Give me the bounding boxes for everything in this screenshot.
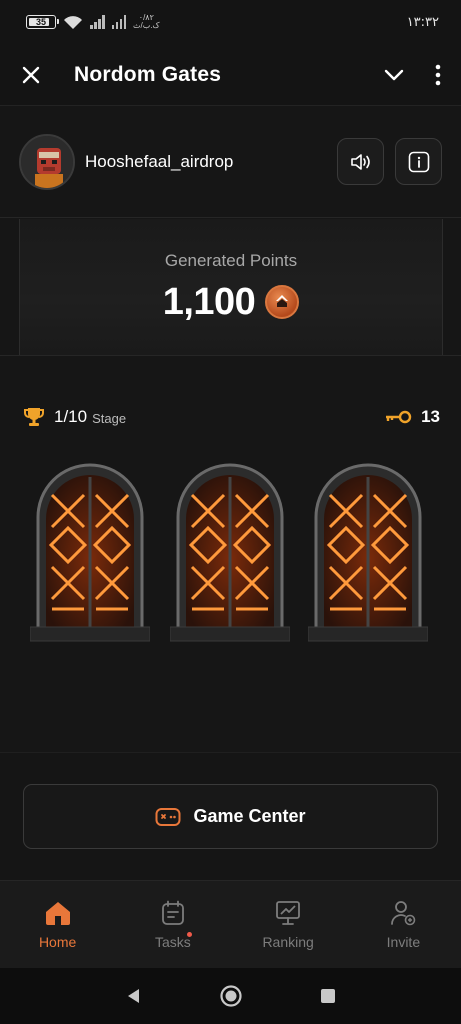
ranking-icon	[276, 900, 301, 925]
back-icon[interactable]	[125, 987, 143, 1005]
nav-tasks-label: Tasks	[154, 933, 191, 950]
nav-ranking[interactable]: Ranking	[231, 881, 346, 968]
nav-home[interactable]: Home	[0, 881, 115, 968]
status-bar: 35 ۰/۸۲ ک.ب/ث ۱۳:۳۲	[0, 0, 461, 44]
header: Nordom Gates	[0, 44, 461, 106]
trophy-icon	[24, 408, 44, 426]
notification-badge	[187, 932, 193, 937]
nav-home-label: Home	[38, 933, 77, 950]
chevron-down-icon[interactable]	[383, 68, 405, 82]
close-icon[interactable]	[20, 64, 42, 86]
nav-invite[interactable]: Invite	[346, 881, 461, 968]
coin-icon	[265, 285, 300, 319]
points-card: Generated Points 1,100	[19, 219, 443, 355]
home-circle-icon[interactable]	[219, 984, 243, 1008]
nav-invite-label: Invite	[386, 933, 421, 950]
game-center-label: Game Center	[193, 806, 306, 826]
gamepad-icon	[155, 807, 181, 826]
avatar[interactable]	[19, 133, 75, 190]
nav-tasks[interactable]: Tasks	[115, 881, 230, 968]
wifi-icon	[64, 15, 82, 29]
invite-icon	[391, 900, 416, 925]
stage-label: Stage	[92, 411, 127, 426]
home-icon	[45, 901, 70, 925]
username: Hooshefaal_airdrop	[85, 151, 234, 171]
stage-value: 1/10	[54, 407, 88, 426]
key-count: 13	[421, 407, 440, 426]
bottom-nav: Home Tasks Ranking Invite	[0, 880, 461, 968]
recents-icon[interactable]	[319, 987, 337, 1005]
stage-row: 1/10 Stage 13	[22, 403, 440, 431]
signal-icon-2	[111, 15, 126, 29]
info-icon	[408, 151, 429, 172]
battery-icon: 35	[26, 15, 59, 29]
avatar-image	[21, 135, 73, 188]
page-title: Nordom Gates	[74, 62, 222, 86]
points-label: Generated Points	[164, 250, 298, 270]
more-vertical-icon[interactable]	[435, 64, 441, 86]
nav-ranking-label: Ranking	[262, 933, 314, 950]
gates-row	[0, 455, 461, 650]
divider	[0, 355, 461, 356]
system-navigation	[0, 968, 461, 1024]
sound-button[interactable]	[337, 138, 384, 185]
status-time: ۱۳:۳۲	[406, 14, 439, 30]
profile-row: Hooshefaal_airdrop	[0, 106, 461, 218]
speaker-icon	[350, 153, 370, 170]
points-value: 1,100	[162, 280, 256, 323]
gate-2[interactable]	[170, 455, 290, 645]
key-icon	[386, 410, 412, 424]
game-center-button[interactable]: Game Center	[23, 784, 438, 849]
network-speed: ۰/۸۲ ک.ب/ث	[133, 13, 160, 30]
info-button[interactable]	[395, 138, 442, 185]
signal-icon	[90, 15, 105, 29]
tasks-icon	[161, 900, 184, 925]
gate-1[interactable]	[30, 455, 150, 645]
gate-3[interactable]	[308, 455, 428, 645]
